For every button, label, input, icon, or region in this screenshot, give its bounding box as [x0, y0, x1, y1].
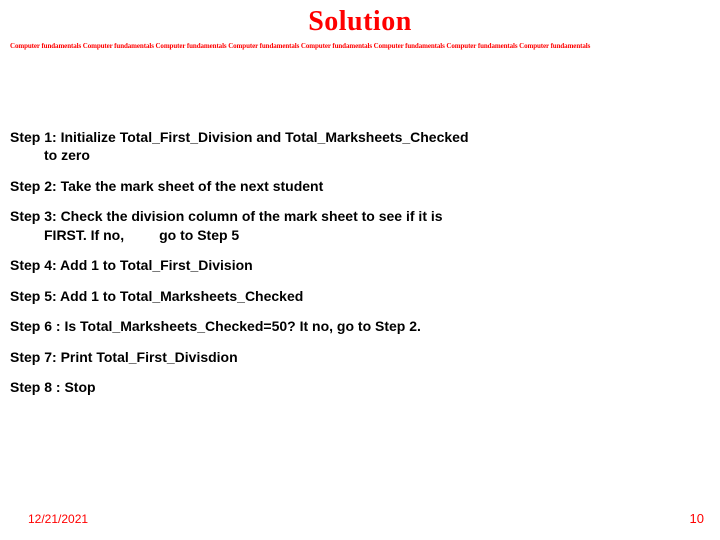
step-text: Step 6 : Is Total_Marksheets_Checked=50?…	[10, 318, 421, 334]
step-text: Step 4: Add 1 to Total_First_Division	[10, 257, 253, 273]
step-1: Step 1: Initialize Total_First_Division …	[10, 128, 710, 165]
slide-body: Step 1: Initialize Total_First_Division …	[10, 128, 710, 397]
step-text: Step 1: Initialize Total_First_Division …	[10, 129, 469, 145]
step-text: Step 5: Add 1 to Total_Marksheets_Checke…	[10, 288, 303, 304]
step-text: Step 7: Print Total_First_Divisdion	[10, 349, 238, 365]
tagline: Computer fundamentals Computer fundament…	[10, 42, 710, 50]
step-text: Step 3: Check the division column of the…	[10, 208, 443, 224]
step-8: Step 8 : Stop	[10, 378, 710, 396]
slide-title: Solution	[10, 6, 710, 38]
step-text: Step 2: Take the mark sheet of the next …	[10, 178, 323, 194]
step-6: Step 6 : Is Total_Marksheets_Checked=50?…	[10, 317, 710, 335]
step-7: Step 7: Print Total_First_Divisdion	[10, 348, 710, 366]
step-text: Step 8 : Stop	[10, 379, 96, 395]
step-5: Step 5: Add 1 to Total_Marksheets_Checke…	[10, 287, 710, 305]
step-2: Step 2: Take the mark sheet of the next …	[10, 177, 710, 195]
step-3: Step 3: Check the division column of the…	[10, 207, 710, 244]
step-text-cont: to zero	[10, 146, 710, 164]
step-text-cont: FIRST. If no, go to Step 5	[10, 226, 710, 244]
footer-page-number: 10	[690, 511, 704, 526]
step-4: Step 4: Add 1 to Total_First_Division	[10, 256, 710, 274]
slide: Solution Computer fundamentals Computer …	[0, 0, 720, 540]
footer-date: 12/21/2021	[28, 512, 88, 526]
